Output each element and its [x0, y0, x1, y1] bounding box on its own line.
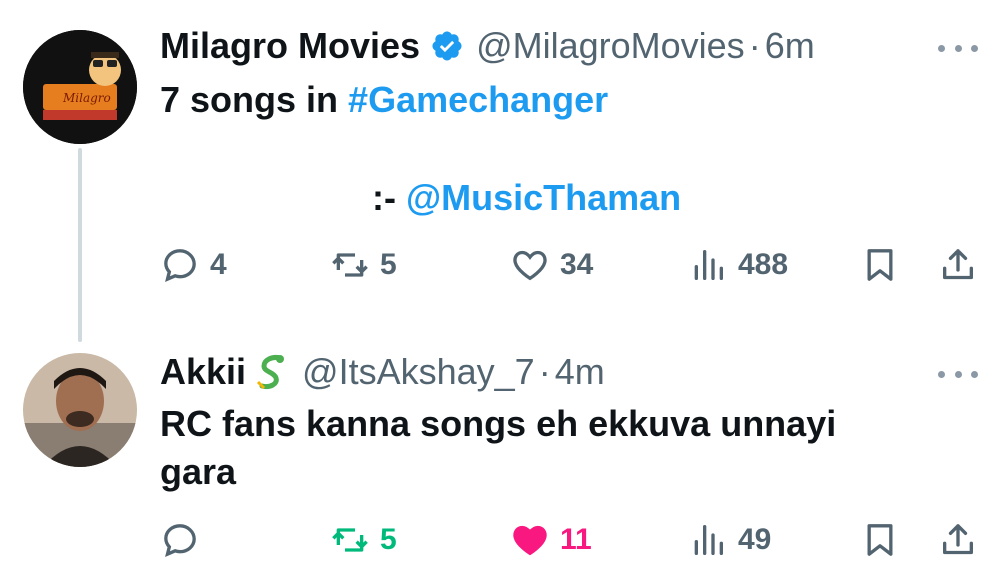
views-icon [694, 250, 723, 280]
more-options-icon[interactable] [938, 42, 978, 54]
separator-dot: · [538, 351, 551, 392]
like-count: 11 [560, 523, 592, 556]
views-button[interactable]: 488 [688, 243, 788, 287]
display-name[interactable]: Milagro Movies [160, 26, 420, 66]
mention-link[interactable]: @MusicThaman [406, 177, 681, 218]
tweet-actions: 4 5 34 488 [160, 243, 980, 287]
share-button[interactable] [938, 518, 988, 562]
tweet-milagro[interactable]: Milagro Milagro Movies @MilagroMovies · … [0, 0, 1000, 330]
tweet-akkii[interactable]: Akkii @ItsAkshay_7 · 4m RC fans kanna so… [0, 330, 1000, 578]
tweet-text: :- [372, 177, 406, 218]
user-handle[interactable]: @MilagroMovies [476, 26, 745, 66]
more-options-icon[interactable] [938, 368, 978, 380]
hashtag-link[interactable]: #Gamechanger [348, 79, 608, 120]
retweet-count: 5 [380, 523, 397, 556]
reply-button[interactable] [160, 518, 210, 562]
tweet-header: Akkii @ItsAkshay_7 · 4m [160, 352, 605, 392]
views-icon [694, 525, 723, 555]
reply-count: 4 [210, 248, 227, 281]
views-button[interactable]: 49 [688, 518, 771, 562]
retweet-button[interactable]: 5 [330, 518, 397, 562]
avatar-akkii[interactable] [23, 353, 137, 467]
reply-button[interactable]: 4 [160, 243, 227, 287]
heart-filled-icon [513, 525, 547, 556]
tweet-text-line-2: :- @MusicThaman [372, 176, 681, 220]
retweet-count: 5 [380, 248, 397, 281]
reply-icon [164, 524, 196, 558]
tweet-header: Milagro Movies @MilagroMovies · 6m [160, 26, 815, 66]
timestamp[interactable]: 6m [765, 26, 815, 66]
bookmark-icon [867, 249, 893, 281]
share-icon [943, 524, 973, 555]
separator-dot: · [748, 25, 761, 66]
like-button[interactable]: 34 [510, 243, 593, 287]
bookmark-button[interactable] [860, 518, 910, 562]
tweet-text: 7 songs in [160, 79, 349, 120]
like-count: 34 [560, 248, 594, 281]
display-name[interactable]: Akkii [160, 352, 246, 392]
like-button[interactable]: 11 [510, 518, 592, 562]
timestamp[interactable]: 4m [555, 352, 605, 392]
bookmark-button[interactable] [860, 243, 910, 287]
avatar-milagro-text: Milagro [62, 91, 111, 105]
share-icon [943, 249, 973, 280]
avatar-milagro[interactable]: Milagro [23, 30, 137, 144]
tweet-actions: 5 11 49 [160, 518, 980, 562]
views-count: 49 [738, 523, 772, 556]
retweet-button[interactable]: 5 [330, 243, 397, 287]
retweet-icon [332, 528, 368, 552]
tweet-text-line-2: gara [160, 451, 237, 492]
tweet-text-line-1: RC fans kanna songs eh ekkuva unnayi [160, 403, 837, 444]
views-count: 488 [738, 248, 789, 281]
retweet-icon [332, 253, 368, 277]
user-handle[interactable]: @ItsAkshay_7 [302, 352, 535, 392]
reply-icon [164, 249, 196, 283]
verified-badge-icon [430, 29, 464, 63]
dragon-emoji-icon [250, 352, 290, 392]
share-button[interactable] [938, 243, 988, 287]
tweet-text-line-1: 7 songs in #Gamechanger [160, 78, 608, 122]
heart-icon [513, 250, 547, 281]
bookmark-icon [867, 524, 893, 556]
